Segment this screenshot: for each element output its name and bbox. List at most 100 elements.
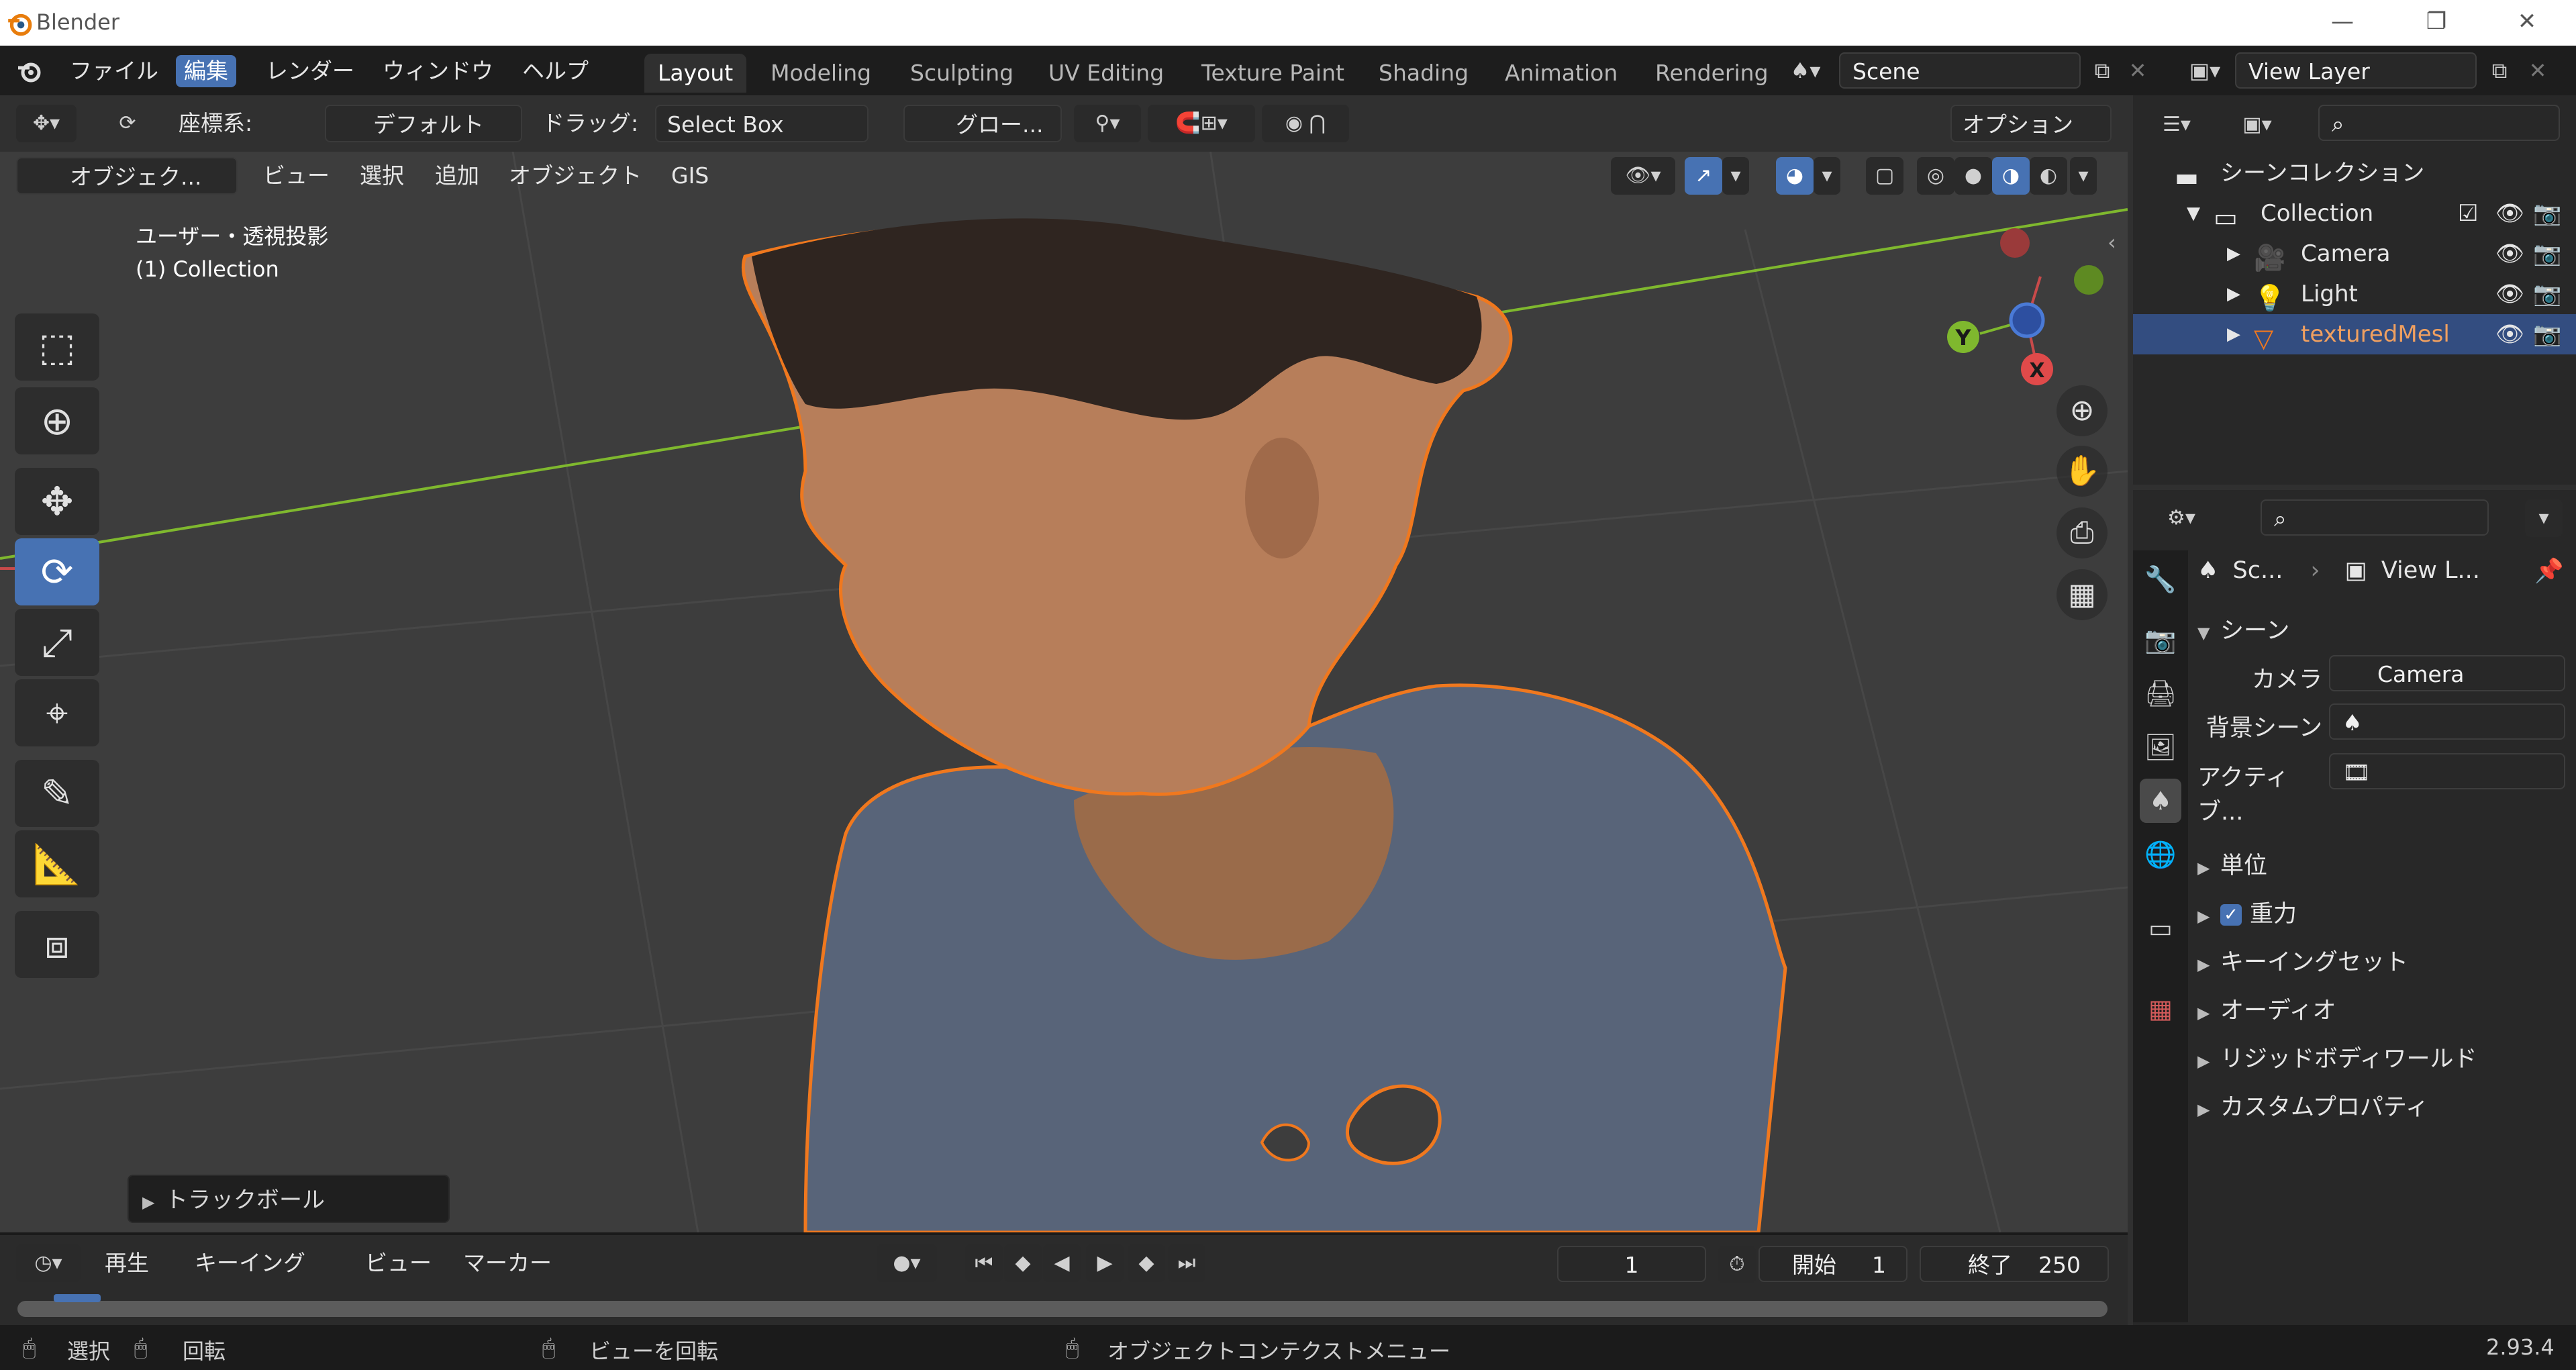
audio-panel[interactable]: ▶ オーディオ bbox=[2197, 991, 2571, 1031]
world-tab-icon[interactable]: 🌐 bbox=[2140, 832, 2181, 877]
outliner-editor-icon[interactable]: ☰▾ bbox=[2146, 106, 2207, 144]
tab-uv-editing[interactable]: UV Editing bbox=[1035, 54, 1177, 93]
texture-tab-icon[interactable]: ▦ bbox=[2140, 987, 2181, 1031]
render-camera-icon[interactable]: 📷 bbox=[2533, 314, 2561, 354]
visibility-eye-icon[interactable]: 👁 bbox=[2495, 234, 2524, 274]
background-scene-field[interactable]: ♠ bbox=[2329, 703, 2565, 740]
editor-type-icon[interactable]: ◷▾ bbox=[16, 1244, 81, 1282]
rigid-body-world-panel[interactable]: ▶ リジッドボディワールド bbox=[2197, 1039, 2571, 1079]
tab-rendering[interactable]: Rendering bbox=[1642, 54, 1782, 93]
sidebar-toggle-icon[interactable]: ‹ bbox=[2108, 230, 2116, 255]
camera-field[interactable]: Camera bbox=[2329, 655, 2565, 691]
gizmo-dropdown-icon[interactable]: ▾ bbox=[1722, 157, 1749, 195]
jump-end-icon[interactable]: ⏭ bbox=[1168, 1244, 1205, 1282]
tab-sculpting[interactable]: Sculpting bbox=[897, 54, 1027, 93]
overlay-dropdown-icon[interactable]: ▾ bbox=[1814, 157, 1840, 195]
visibility-icon[interactable]: 👁▾ bbox=[1611, 157, 1675, 195]
proportional-edit-icon[interactable]: ◉ ⋂ bbox=[1262, 105, 1349, 142]
marker-menu[interactable]: マーカー bbox=[463, 1244, 552, 1282]
delete-scene-icon[interactable]: ✕ bbox=[2121, 52, 2154, 89]
scene-tab-icon[interactable]: ♠ bbox=[2140, 779, 2181, 823]
render-tab-icon[interactable]: 📷 bbox=[2140, 618, 2181, 662]
add-menu[interactable]: 追加 bbox=[435, 157, 479, 195]
timeline-scrollbar[interactable] bbox=[17, 1301, 2108, 1317]
last-operator-panel[interactable]: ▶ トラックボール bbox=[128, 1175, 450, 1223]
render-camera-icon[interactable]: 📷 bbox=[2533, 274, 2561, 314]
mode-dropdown[interactable]: オブジェク... bbox=[16, 157, 238, 195]
view-layer-tab-icon[interactable]: 🖼 bbox=[2140, 725, 2181, 769]
orientation-dropdown[interactable]: デフォルト bbox=[325, 105, 522, 142]
render-camera-icon[interactable]: 📷 bbox=[2533, 193, 2561, 234]
end-frame-field[interactable]: 終了 250 bbox=[1920, 1246, 2109, 1282]
add-cube-tool-icon[interactable]: ⧈ bbox=[15, 911, 99, 978]
expand-arrow-icon[interactable]: ▶ bbox=[2227, 234, 2240, 274]
keying-sets-panel[interactable]: ▶ キーイングセット bbox=[2197, 942, 2571, 983]
wireframe-shading-icon[interactable]: ◎ bbox=[1917, 157, 1954, 195]
solid-shading-icon[interactable]: ● bbox=[1954, 157, 1992, 195]
display-mode-icon[interactable]: ▣▾ bbox=[2227, 106, 2287, 144]
jump-start-icon[interactable]: ⏮ bbox=[965, 1244, 1003, 1282]
gis-menu[interactable]: GIS bbox=[671, 157, 709, 195]
select-box-tool-icon[interactable]: ⬚ bbox=[15, 313, 99, 381]
view-menu[interactable]: ビュー bbox=[263, 157, 330, 195]
scale-tool-icon[interactable]: ⤢ bbox=[15, 609, 99, 676]
tab-layout[interactable]: Layout bbox=[644, 54, 747, 93]
start-frame-field[interactable]: 開始 1 bbox=[1758, 1246, 1908, 1282]
view-layer-field[interactable]: View Layer bbox=[2235, 52, 2477, 89]
units-panel[interactable]: ▶ 単位 bbox=[2197, 846, 2571, 886]
next-keyframe-icon[interactable]: ◆ bbox=[1128, 1244, 1165, 1282]
visibility-eye-icon[interactable]: 👁 bbox=[2495, 274, 2524, 314]
perspective-toggle-icon[interactable]: ▦ bbox=[2057, 569, 2108, 620]
expand-arrow-icon[interactable]: ▼ bbox=[2187, 193, 2200, 234]
camera-view-icon[interactable]: ⎙ bbox=[2057, 507, 2108, 558]
visibility-eye-icon[interactable]: 👁 bbox=[2495, 314, 2524, 354]
tab-modeling[interactable]: Modeling bbox=[757, 54, 885, 93]
new-scene-icon[interactable]: ⧉ bbox=[2083, 52, 2121, 89]
snap-icon[interactable]: 🧲⊞▾ bbox=[1148, 105, 1255, 142]
view-layer-selector-icon[interactable]: ▣▾ bbox=[2175, 52, 2235, 89]
tab-animation[interactable]: Animation bbox=[1491, 54, 1631, 93]
rotate-mode-icon[interactable]: ⟳ bbox=[101, 105, 154, 142]
snap-target-icon[interactable]: ⚲▾ bbox=[1074, 105, 1141, 142]
active-clip-field[interactable]: 🎞 bbox=[2329, 753, 2565, 789]
visibility-eye-icon[interactable]: 👁 bbox=[2495, 193, 2524, 234]
menu-file[interactable]: ファイル bbox=[62, 55, 166, 87]
object-menu[interactable]: オブジェクト bbox=[509, 157, 642, 195]
3d-viewport[interactable]: ユーザー・透視投影 (1) Collection Y X ⊕ ✋ ⎙ ▦ ‹ ⬚… bbox=[0, 95, 2128, 1232]
transform-orientation-icon[interactable]: ✥▾ bbox=[16, 105, 77, 142]
outliner-item-textured-mesh[interactable]: ▶ ▽ texturedMesl 👁 📷 bbox=[2133, 314, 2576, 354]
collection-tab-icon[interactable]: ▭ bbox=[2140, 906, 2181, 950]
menu-render[interactable]: レンダー bbox=[258, 55, 362, 87]
play-icon[interactable]: ▶ bbox=[1086, 1244, 1124, 1282]
properties-search-input[interactable]: ⌕ bbox=[2261, 499, 2489, 536]
output-tab-icon[interactable]: 🖨 bbox=[2140, 671, 2181, 716]
options-dropdown[interactable]: オプション bbox=[1950, 105, 2112, 142]
current-frame-field[interactable]: 1 bbox=[1557, 1246, 1706, 1282]
timeline-view-menu[interactable]: ビュー bbox=[365, 1244, 432, 1282]
annotate-tool-icon[interactable]: ✎ bbox=[15, 760, 99, 827]
new-view-layer-icon[interactable]: ⧉ bbox=[2481, 52, 2518, 89]
pan-hand-icon[interactable]: ✋ bbox=[2057, 446, 2108, 497]
expand-arrow-icon[interactable]: ▶ bbox=[2227, 314, 2240, 354]
preview-range-icon[interactable]: ⏱ bbox=[1718, 1246, 1756, 1283]
cursor-tool-icon[interactable]: ⊕ bbox=[15, 387, 99, 454]
menu-edit[interactable]: 編集 bbox=[176, 55, 236, 87]
properties-options-icon[interactable]: ▾ bbox=[2525, 499, 2563, 537]
render-camera-icon[interactable]: 📷 bbox=[2533, 234, 2561, 274]
select-menu[interactable]: 選択 bbox=[360, 157, 404, 195]
gizmo-toggle-icon[interactable]: ↗ bbox=[1685, 157, 1722, 195]
tab-texture-paint[interactable]: Texture Paint bbox=[1188, 54, 1358, 93]
move-tool-icon[interactable]: ✥ bbox=[15, 468, 99, 535]
delete-view-layer-icon[interactable]: ✕ bbox=[2521, 52, 2555, 89]
overlay-toggle-icon[interactable]: ◕ bbox=[1776, 157, 1814, 195]
rendered-shading-icon[interactable]: ◐ bbox=[2030, 157, 2067, 195]
xray-toggle-icon[interactable]: ▢ bbox=[1866, 157, 1903, 195]
playhead-marker[interactable] bbox=[54, 1294, 101, 1302]
drag-dropdown[interactable]: Select Box bbox=[655, 105, 869, 142]
outliner-item-camera[interactable]: ▶ 🎥 Camera 👁 📷 bbox=[2133, 234, 2576, 274]
prev-keyframe-icon[interactable]: ◆ bbox=[1004, 1244, 1042, 1282]
menu-window[interactable]: ウィンドウ bbox=[375, 55, 501, 87]
pin-icon[interactable]: 📌 bbox=[2534, 557, 2564, 585]
outliner-item-collection[interactable]: ▼ ▭ Collection ☑ 👁 📷 bbox=[2133, 193, 2576, 234]
keying-menu[interactable]: キーイング bbox=[184, 1244, 345, 1282]
